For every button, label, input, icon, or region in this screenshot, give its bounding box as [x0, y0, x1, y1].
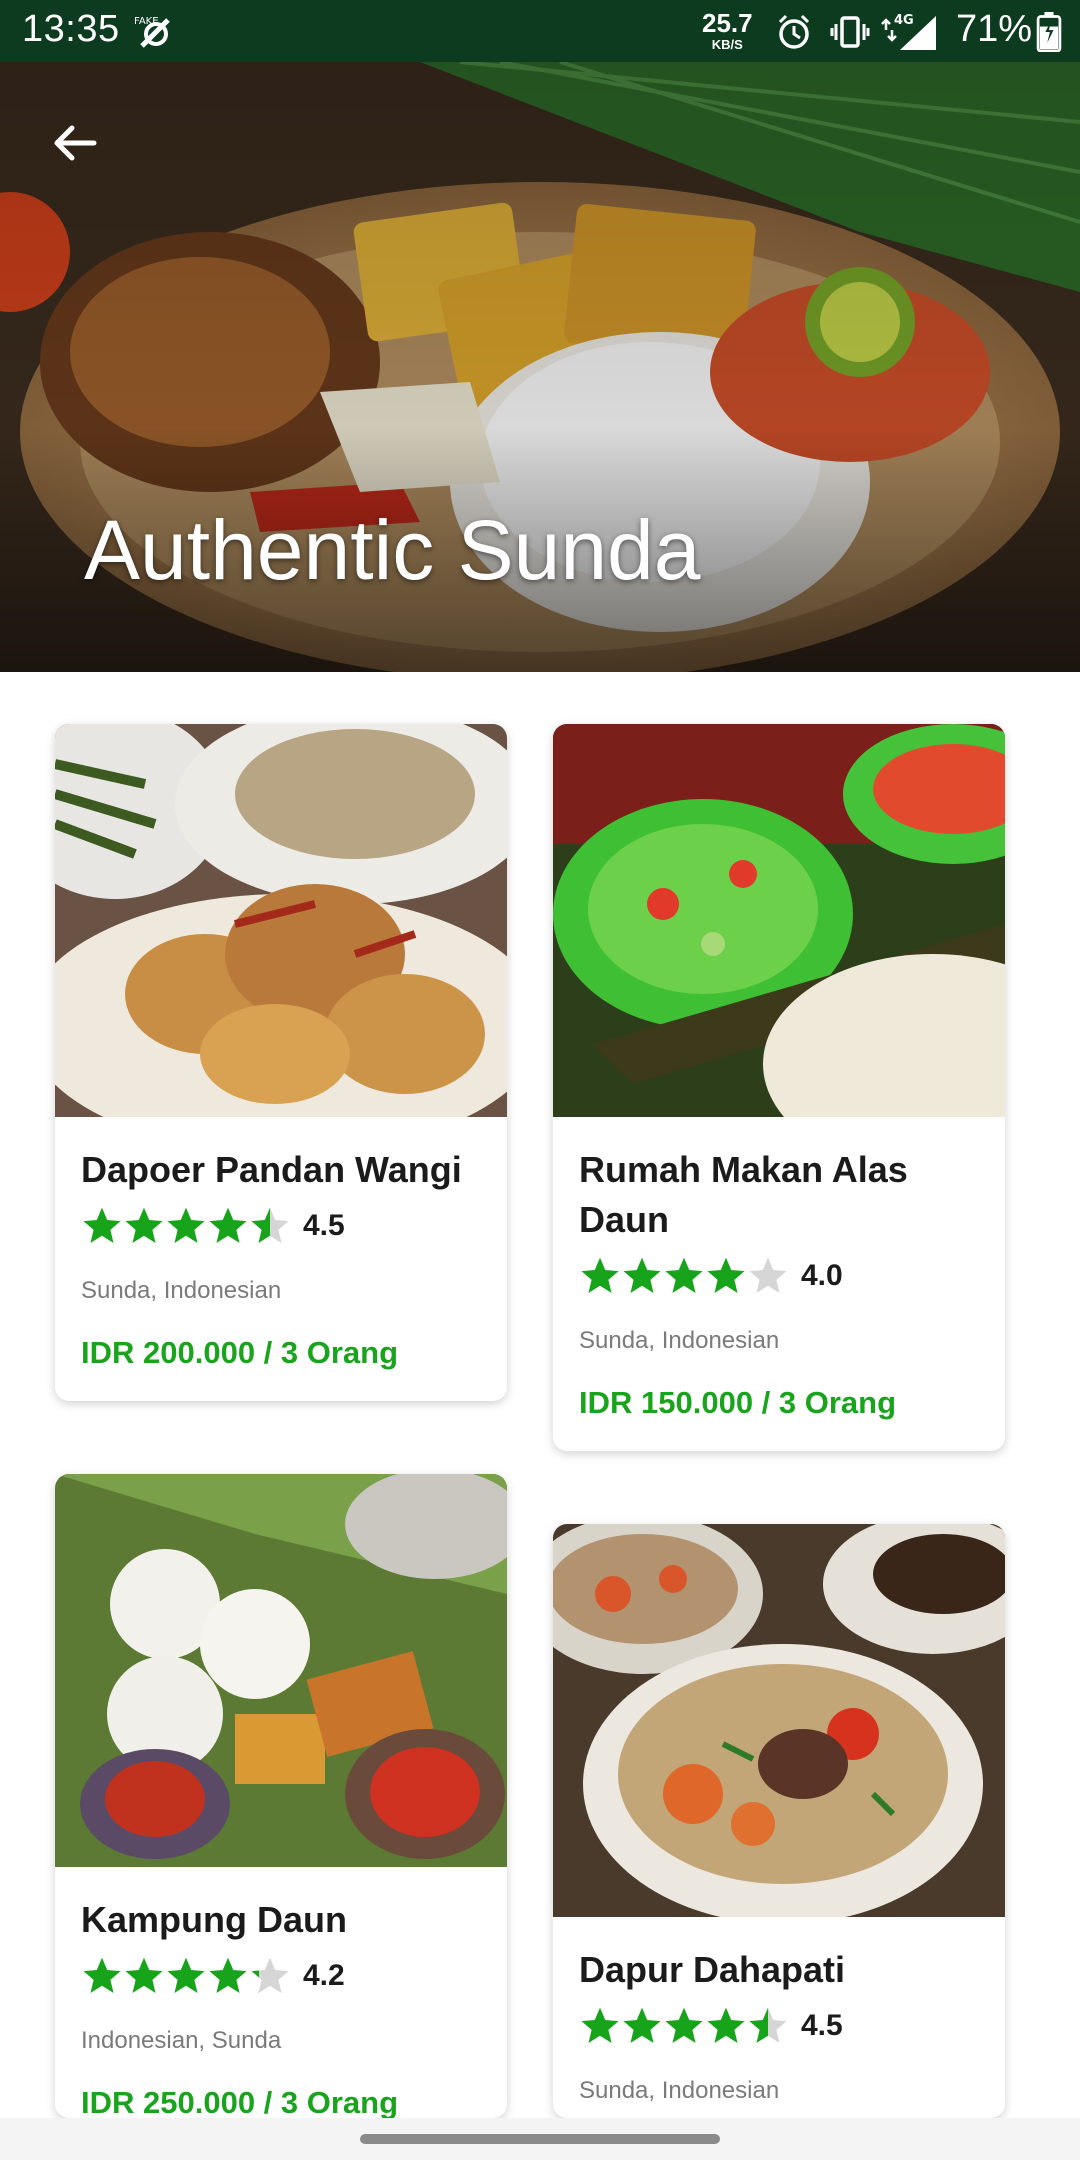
star-icon	[251, 1957, 289, 1993]
network-speed: 25.7 KB/S	[702, 8, 753, 52]
star-icon	[623, 2007, 661, 2043]
star-icon	[665, 1257, 703, 1293]
star-icon	[125, 1207, 163, 1243]
star-rating	[81, 1205, 291, 1247]
cuisine-label: Sunda, Indonesian	[81, 1277, 282, 1304]
signal-icon: 4G	[881, 13, 936, 50]
svg-text:FAKE: FAKE	[134, 16, 159, 27]
star-rating	[579, 1255, 789, 1297]
rating-row: 4.5	[81, 1203, 481, 1249]
card-body: Dapoer Pandan Wangi 4.5 Sunda, Indonesia…	[55, 1117, 507, 1401]
restaurant-card-2[interactable]: Rumah Makan Alas Daun 4.0 Sunda, Indones…	[553, 724, 1005, 1451]
cuisine-label: Sunda, Indonesian	[579, 2077, 780, 2104]
rating-value: 4.0	[801, 1259, 843, 1292]
restaurant-name: Dapur Dahapati	[579, 1949, 846, 1990]
star-icon	[749, 1257, 787, 1293]
restaurant-name: Dapoer Pandan Wangi	[81, 1149, 462, 1190]
restaurant-image	[553, 1524, 1005, 1917]
price-label: IDR 150.000 / 3 Orang	[579, 1385, 897, 1420]
status-bar: 13:35 FAKE 25.7 KB/S 4G 71%	[0, 0, 1080, 62]
status-time: 13:35	[22, 8, 120, 50]
fake-gps-icon: FAKE	[134, 16, 170, 48]
page-title: Authentic Sunda	[84, 503, 701, 597]
star-icon	[707, 1257, 745, 1293]
vibrate-icon	[830, 16, 870, 48]
star-icon	[581, 1257, 619, 1293]
star-icon	[83, 1207, 121, 1243]
rating-value: 4.5	[801, 2009, 843, 2042]
rating-value: 4.2	[303, 1959, 345, 1992]
restaurant-card-4[interactable]: Dapur Dahapati 4.5 Sunda, Indonesian	[553, 1524, 1005, 2118]
star-rating	[81, 1955, 291, 1997]
price-label: IDR 250.000 / 3 Orang	[81, 2085, 399, 2118]
restaurant-card-1[interactable]: Dapoer Pandan Wangi 4.5 Sunda, Indonesia…	[55, 724, 507, 1401]
star-icon	[581, 2007, 619, 2043]
hero-banner: Authentic Sunda	[0, 62, 1080, 672]
star-icon	[167, 1207, 205, 1243]
home-gesture-handle[interactable]	[360, 2134, 720, 2144]
restaurant-name: Rumah Makan Alas Daun	[579, 1149, 908, 1240]
star-icon	[83, 1957, 121, 1993]
arrow-left-icon	[54, 125, 97, 161]
back-button[interactable]	[40, 108, 110, 178]
star-icon	[167, 1957, 205, 1993]
card-body: Dapur Dahapati 4.5 Sunda, Indonesian	[553, 1917, 1005, 2118]
restaurant-image	[55, 1474, 507, 1867]
rating-row: 4.5	[579, 2003, 979, 2049]
restaurant-name: Kampung Daun	[81, 1899, 347, 1940]
star-icon	[623, 1257, 661, 1293]
star-icon	[251, 1207, 289, 1243]
restaurant-image	[553, 724, 1005, 1117]
rating-value: 4.5	[303, 1209, 345, 1242]
battery-percent: 71%	[956, 8, 1033, 50]
rating-row: 4.0	[579, 1253, 979, 1299]
star-icon	[707, 2007, 745, 2043]
star-icon	[665, 2007, 703, 2043]
star-icon	[209, 1957, 247, 1993]
star-rating	[579, 2005, 789, 2047]
svg-text:4G: 4G	[894, 13, 914, 28]
star-icon	[749, 2007, 787, 2043]
alarm-icon	[778, 14, 810, 49]
card-body: Kampung Daun 4.2 Indonesian, Sunda IDR 2…	[55, 1867, 507, 2118]
star-icon	[125, 1957, 163, 1993]
restaurant-image	[55, 724, 507, 1117]
price-label: IDR 200.000 / 3 Orang	[81, 1335, 399, 1370]
cuisine-label: Indonesian, Sunda	[81, 2027, 282, 2054]
rating-row: 4.2	[81, 1953, 481, 1999]
restaurant-card-3[interactable]: Kampung Daun 4.2 Indonesian, Sunda IDR 2…	[55, 1474, 507, 2118]
battery-icon	[1036, 12, 1062, 52]
cuisine-label: Sunda, Indonesian	[579, 1327, 780, 1354]
star-icon	[209, 1207, 247, 1243]
card-body: Rumah Makan Alas Daun 4.0 Sunda, Indones…	[553, 1117, 1005, 1451]
